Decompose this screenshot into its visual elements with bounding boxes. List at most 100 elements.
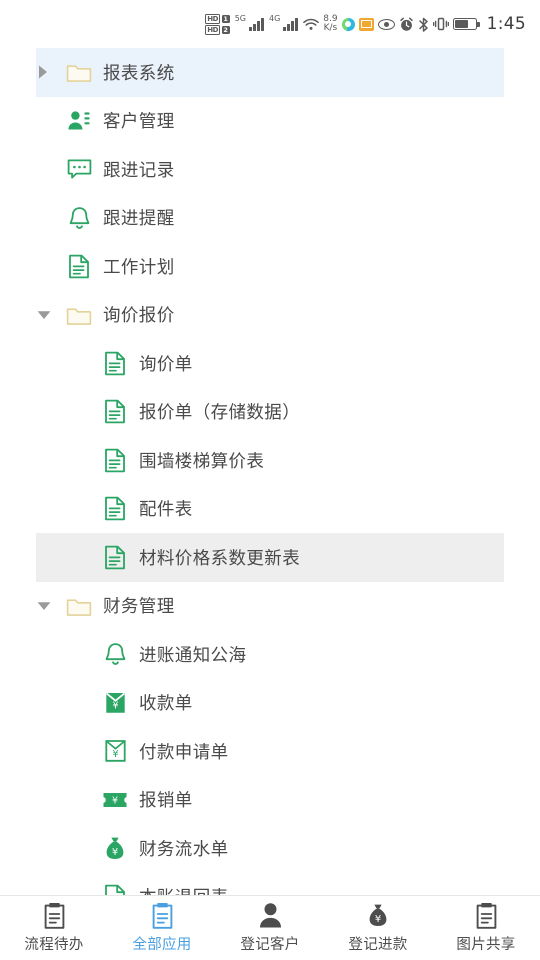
svg-text:¥: ¥ [112, 795, 118, 806]
mail-icon [358, 17, 374, 31]
tree-item-label: 跟进提醒 [103, 209, 175, 230]
tab-流程待办[interactable]: 流程待办 [0, 896, 108, 960]
tree-item-label: 财务管理 [103, 597, 175, 618]
svg-text:¥: ¥ [112, 847, 118, 858]
ticket-icon: ¥ [98, 790, 132, 810]
tab-label: 登记进款 [348, 937, 408, 953]
tree-item-7[interactable]: 报价单（存储数据） [36, 388, 504, 437]
bottom-navigation-bar[interactable]: 流程待办 全部应用 登记客户 ¥ 登记进款 图片共享 [0, 895, 540, 960]
chat-bubble-icon [62, 158, 96, 180]
bluetooth-icon [418, 17, 429, 32]
tree-item-label: 工作计划 [103, 257, 175, 278]
person-icon [259, 902, 282, 928]
money-bag-icon: ¥ [98, 836, 132, 861]
sim-2-icon: 2 [221, 25, 230, 34]
document-icon [98, 496, 132, 521]
document-icon [98, 545, 132, 570]
folder-icon [62, 61, 96, 83]
tree-item-15[interactable]: ¥ 报销单 [36, 776, 504, 825]
tree-item-label: 客户管理 [103, 112, 175, 133]
expand-toggle-closed[interactable] [36, 64, 62, 80]
tree-item-5[interactable]: 询价报价 [36, 291, 504, 340]
tree-item-label: 报价单（存储数据） [139, 403, 301, 424]
tree-item-6[interactable]: 询价单 [36, 339, 504, 388]
tree-item-label: 跟进记录 [103, 160, 175, 181]
contact-card-icon [62, 109, 96, 133]
tree-item-9[interactable]: 配件表 [36, 485, 504, 534]
tab-label: 流程待办 [24, 937, 84, 953]
status-bar-left-group: HD 1 HD 2 5G 4G 8.9 K/s 1:45 [205, 13, 526, 35]
tab-label: 登记客户 [240, 937, 300, 953]
document-icon [62, 254, 96, 279]
tree-item-13[interactable]: ¥ 收款单 [36, 679, 504, 728]
alarm-icon [399, 17, 414, 32]
status-bar-clock: 1:45 [486, 14, 526, 34]
tree-item-2[interactable]: 跟进记录 [36, 145, 504, 194]
network-type-1-label: 5G [234, 13, 246, 23]
app-root: HD 1 HD 2 5G 4G 8.9 K/s 1:45 报表系统 客户管理 跟… [0, 0, 540, 960]
folder-icon [62, 595, 96, 617]
document-icon [98, 399, 132, 424]
network-speed-unit: K/s [323, 23, 338, 33]
tree-item-17[interactable]: 本账退回表 [36, 873, 504, 895]
clipboard-icon [150, 902, 175, 929]
tree-item-8[interactable]: 围墙楼梯算价表 [36, 436, 504, 485]
tab-label: 全部应用 [132, 937, 192, 953]
tree-item-4[interactable]: 工作计划 [36, 242, 504, 291]
signal-4g-icon [283, 17, 299, 31]
tree-item-3[interactable]: 跟进提醒 [36, 194, 504, 243]
chevron-down-icon [37, 602, 51, 610]
tree-item-0[interactable]: 报表系统 [36, 48, 504, 97]
sim-1-icon: 1 [221, 14, 230, 23]
tab-登记客户[interactable]: 登记客户 [216, 896, 324, 960]
hd-voice-icon: HD 1 HD 2 [205, 13, 230, 35]
tab-登记进款[interactable]: ¥ 登记进款 [324, 896, 432, 960]
chevron-right-icon [39, 65, 47, 79]
folder-icon [62, 304, 96, 326]
tab-图片共享[interactable]: 图片共享 [432, 896, 540, 960]
clipboard-icon [42, 902, 67, 929]
envelope-filled-icon: ¥ [98, 691, 132, 715]
sync-icon [341, 17, 355, 31]
tab-全部应用[interactable]: 全部应用 [108, 896, 216, 960]
document-icon [98, 448, 132, 473]
chevron-down-icon [37, 311, 51, 319]
expand-toggle-open[interactable] [36, 599, 62, 613]
tree-item-1[interactable]: 客户管理 [36, 97, 504, 146]
money-bag-icon: ¥ [367, 902, 389, 928]
tree-item-label: 进账通知公海 [139, 645, 247, 666]
document-icon [98, 351, 132, 376]
application-tree-list[interactable]: 报表系统客户管理跟进记录跟进提醒工作计划询价报价询价单报价单（存储数据） 围墙楼梯… [0, 48, 540, 895]
tree-item-12[interactable]: 进账通知公海 [36, 630, 504, 679]
vibrate-icon [432, 17, 449, 31]
wifi-icon [303, 18, 320, 31]
tree-item-11[interactable]: 财务管理 [36, 582, 504, 631]
eye-care-icon [377, 18, 395, 30]
tree-item-label: 报表系统 [103, 63, 175, 84]
tree-item-label: 询价报价 [103, 306, 175, 327]
tree-item-label: 付款申请单 [139, 742, 229, 763]
tree-item-label: 围墙楼梯算价表 [139, 451, 265, 472]
network-speed-icon: 8.9 K/s [323, 15, 337, 33]
svg-text:¥: ¥ [112, 749, 118, 760]
envelope-outline-icon: ¥ [98, 739, 132, 763]
document-icon [98, 884, 132, 895]
clipboard-icon [474, 902, 499, 929]
tree-item-16[interactable]: ¥ 财务流水单 [36, 824, 504, 873]
tree-item-14[interactable]: ¥ 付款申请单 [36, 727, 504, 776]
tree-item-10[interactable]: 材料价格系数更新表 [36, 533, 504, 582]
signal-5g-icon [248, 17, 264, 31]
tab-label: 图片共享 [456, 937, 516, 953]
tree-item-label: 材料价格系数更新表 [139, 548, 301, 569]
tree-item-label: 本账退回表 [132, 884, 229, 895]
hd-badge-2: HD [205, 24, 221, 35]
tree-item-label: 询价单 [139, 354, 193, 375]
tree-item-label: 收款单 [139, 694, 193, 715]
tree-item-label: 财务流水单 [139, 839, 229, 860]
battery-icon [452, 18, 480, 30]
tree-item-label: 报销单 [139, 791, 193, 812]
tree-item-label: 配件表 [139, 500, 193, 521]
bell-icon [98, 642, 132, 666]
expand-toggle-open[interactable] [36, 308, 62, 322]
status-bar: HD 1 HD 2 5G 4G 8.9 K/s 1:45 [0, 0, 540, 48]
